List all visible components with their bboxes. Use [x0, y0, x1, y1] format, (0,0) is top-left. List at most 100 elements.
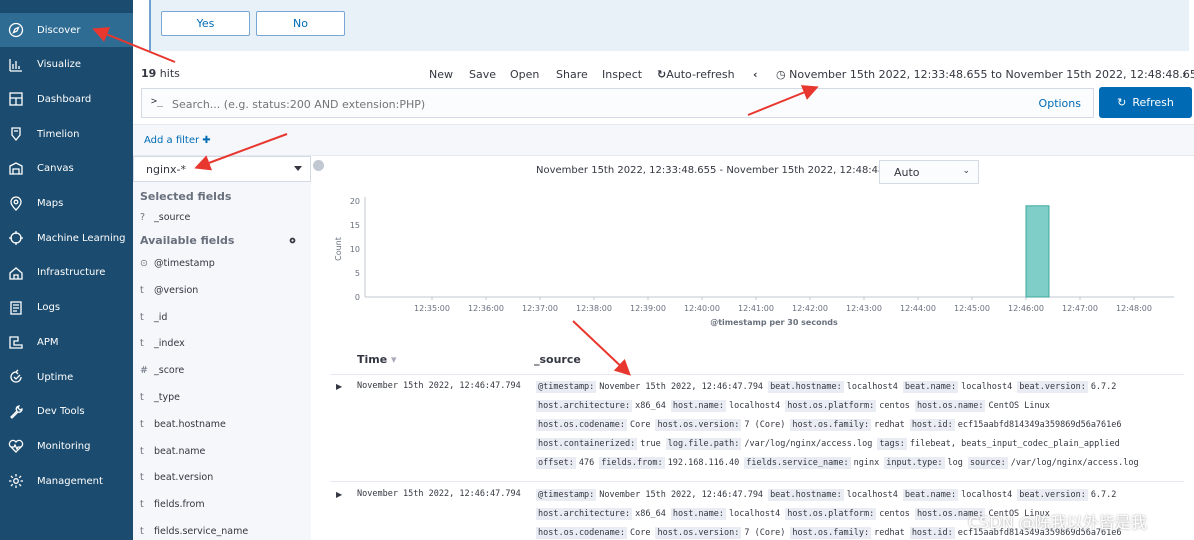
source-key: input.type: [884, 457, 945, 469]
nav-item-canvas[interactable]: Canvas [0, 152, 133, 186]
row-time: November 15th 2022, 12:46:47.794 [357, 489, 521, 499]
nav-item-apm[interactable]: APM [0, 325, 133, 359]
y-tick-label: 10 [350, 245, 360, 254]
source-value: centos [879, 401, 910, 411]
sort-icon: ▾ [391, 353, 397, 366]
menu-save[interactable]: Save [469, 68, 496, 81]
source-key: host.os.platform: [785, 508, 877, 520]
nav-item-logs[interactable]: Logs [0, 291, 133, 325]
nav-item-monitoring[interactable]: Monitoring [0, 429, 133, 463]
nav-item-label: Dev Tools [37, 406, 85, 418]
field-type-icon: t [140, 499, 144, 511]
timelion-icon [3, 125, 29, 143]
hits-label: hits [156, 67, 180, 80]
field-item[interactable]: ⊙ @timestamp [140, 258, 215, 269]
source-key: offset: [536, 457, 576, 469]
source-value: Core [630, 528, 651, 538]
field-item[interactable]: t _type [140, 392, 180, 403]
source-key: fields.from: [599, 457, 665, 469]
histogram-chart: 0 5 10 15 20 12:35:00 12:36:00 12:37:00 12:38:00… [334, 197, 1174, 327]
nav-item-discover[interactable]: Discover [0, 13, 133, 47]
field-item[interactable]: # _score [140, 365, 184, 376]
nav-item-label: Uptime [37, 371, 74, 383]
index-pattern-select[interactable]: nginx-* [133, 156, 311, 182]
menu-auto-refresh[interactable]: ↻Auto-refresh [657, 68, 735, 81]
field-item[interactable]: ? _source [140, 212, 190, 223]
nav-item-infrastructure[interactable]: Infrastructure [0, 256, 133, 290]
nav-item-management[interactable]: Management [0, 464, 133, 498]
nav-item-timelion[interactable]: Timelion [0, 117, 133, 151]
expand-row-icon[interactable]: ▶ [336, 382, 342, 391]
nav-item-dev-tools[interactable]: Dev Tools [0, 395, 133, 429]
gear-icon[interactable] [288, 236, 297, 245]
field-item[interactable]: t beat.hostname [140, 419, 226, 430]
interval-select[interactable]: Auto ⌄ [879, 160, 979, 184]
menu-new[interactable]: New [429, 68, 453, 81]
search-input[interactable] [172, 95, 872, 113]
source-key: host.os.name: [914, 400, 986, 412]
ml-icon [3, 229, 29, 247]
source-value: /var/log/nginx/access.log [1010, 458, 1139, 468]
time-range-picker[interactable]: ◷ November 15th 2022, 12:33:48.655 to No… [776, 68, 1194, 81]
field-type-icon: t [140, 392, 144, 403]
nav-item-dashboard[interactable]: Dashboard [0, 82, 133, 116]
time-column-header[interactable]: Time ▾ [357, 353, 397, 366]
source-key: beat.hostname: [768, 489, 844, 501]
add-filter-link[interactable]: Add a filter ✚ [144, 135, 211, 146]
field-item[interactable]: t @version [140, 285, 198, 296]
nav-item-visualize[interactable]: Visualize [0, 48, 133, 82]
source-line: host.architecture: x86_64 host.name: localh… [536, 400, 1055, 412]
source-key: fields.service_name: [744, 457, 851, 469]
source-value: nginx [853, 458, 880, 468]
x-tick-label: 12:40:00 [684, 304, 720, 313]
menu-share[interactable]: Share [556, 68, 588, 81]
canvas-icon [3, 160, 29, 178]
field-item[interactable]: t fields.service_name [140, 526, 248, 537]
refresh-button[interactable]: ↻ Refresh [1099, 87, 1192, 118]
source-value: Core [630, 420, 651, 430]
source-value: 192.168.116.40 [667, 458, 740, 468]
x-tick-label: 12:41:00 [738, 304, 774, 313]
nav-item-machine-learning[interactable]: Machine Learning [0, 221, 133, 255]
field-item[interactable]: t beat.name [140, 446, 205, 457]
source-key: host.architecture: [536, 400, 633, 412]
histogram-bar [1025, 205, 1050, 298]
menu-inspect[interactable]: Inspect [602, 68, 642, 81]
expand-row-icon[interactable]: ▶ [336, 490, 342, 499]
infrastructure-icon [3, 264, 29, 282]
source-key: host.os.family: [790, 419, 872, 431]
y-tick-label: 0 [355, 293, 360, 302]
menu-open[interactable]: Open [510, 68, 539, 81]
yes-button[interactable]: Yes [161, 11, 250, 36]
visualize-icon [3, 56, 29, 74]
field-item[interactable]: t beat.version [140, 472, 213, 483]
no-button[interactable]: No [256, 11, 345, 36]
field-item[interactable]: t fields.from [140, 499, 205, 510]
filter-bar: Add a filter ✚ [133, 124, 1194, 156]
time-forward-chevron-icon[interactable]: › [1182, 68, 1187, 81]
source-column-header: _source [534, 353, 581, 366]
field-item[interactable]: t _index [140, 338, 185, 349]
row-time: November 15th 2022, 12:46:47.794 [357, 381, 521, 391]
x-tick-label: 12:46:00 [1008, 304, 1044, 313]
collapse-sidebar-icon[interactable] [313, 160, 324, 171]
y-axis-label: Count [334, 237, 343, 261]
field-item[interactable]: t _id [140, 312, 167, 323]
nav-item-maps[interactable]: Maps [0, 187, 133, 221]
source-key: @timestamp: [536, 381, 597, 393]
watermark: CSDN @陈我以外皆是我 [968, 513, 1147, 532]
query-options-link[interactable]: Options [1039, 97, 1081, 110]
source-value: localhost4 [961, 382, 1013, 392]
field-type-icon: ⊙ [140, 258, 148, 269]
clock-icon: ◷ [776, 68, 790, 81]
nav-item-uptime[interactable]: Uptime [0, 360, 133, 394]
x-tick-label: 12:37:00 [522, 304, 558, 313]
time-back-chevron-icon[interactable]: ‹ [753, 68, 758, 81]
x-tick-label: 12:43:00 [846, 304, 882, 313]
source-value: localhost4 [846, 490, 898, 500]
available-fields-title: Available fields [140, 234, 235, 247]
source-key: host.id: [909, 419, 955, 431]
confirm-bar: Yes No [133, 0, 1194, 62]
index-pattern-label: nginx-* [146, 163, 186, 176]
query-language-icon[interactable]: >_ [151, 96, 163, 107]
